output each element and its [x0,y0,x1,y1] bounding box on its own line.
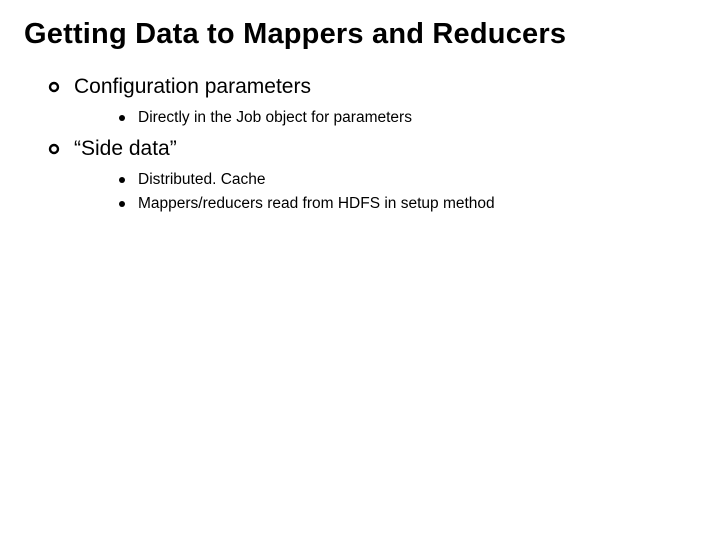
level2-text: Mappers/reducers read from HDFS in setup… [138,195,495,213]
bullet-level2: Distributed. Cache Mappers/reducers read… [118,171,696,213]
level2-text: Directly in the Job object for parameter… [138,109,412,127]
bullet-level1: Configuration parameters Directly in the… [48,75,696,127]
ring-bullet-icon [48,143,60,155]
level2-text: Distributed. Cache [138,171,266,189]
slide: Getting Data to Mappers and Reducers Con… [0,0,720,540]
bullet-level2: Directly in the Job object for parameter… [118,109,696,127]
level1-text: “Side data” [74,137,177,161]
dot-bullet-icon [118,114,126,122]
list-item: Mappers/reducers read from HDFS in setup… [118,195,696,213]
dot-bullet-icon [118,176,126,184]
ring-bullet-icon [48,81,60,93]
list-item: Distributed. Cache [118,171,696,189]
slide-title: Getting Data to Mappers and Reducers [24,18,696,51]
level1-text: Configuration parameters [74,75,311,99]
list-item: “Side data” [48,137,696,161]
list-item: Directly in the Job object for parameter… [118,109,696,127]
list-item: Configuration parameters [48,75,696,99]
bullet-level1: “Side data” Distributed. Cache Mappers/r… [48,137,696,213]
dot-bullet-icon [118,200,126,208]
